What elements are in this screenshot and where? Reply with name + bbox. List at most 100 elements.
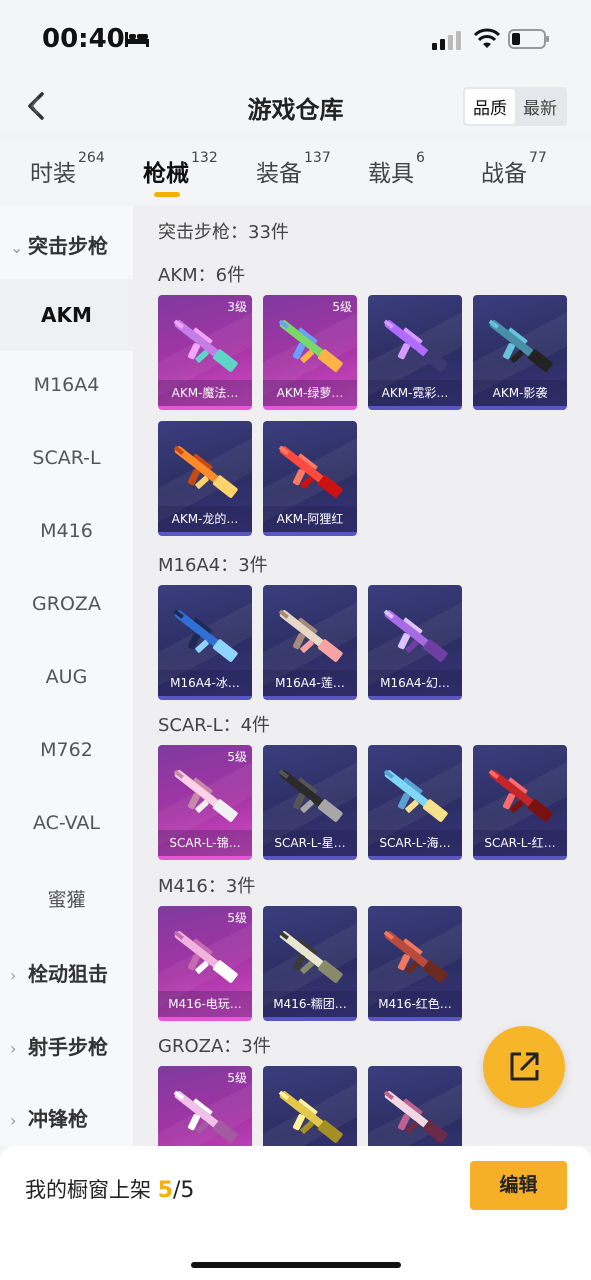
sidebar-item-m16a4[interactable]: M16A4 <box>0 374 133 396</box>
weapon-group-label: M16A4：3件 <box>158 555 268 576</box>
rifle-icon <box>173 769 238 822</box>
edit-button[interactable]: 编辑 <box>470 1161 567 1210</box>
weapon-skin-card[interactable]: M16A4-莲… <box>263 585 357 700</box>
sidebar-category-smg[interactable]: › 冲锋枪 <box>10 1103 88 1132</box>
sidebar-item-ac-val[interactable]: AC-VAL <box>0 812 133 834</box>
rifle-icon <box>173 930 238 983</box>
tab-fashion[interactable]: 时装264 <box>30 150 105 188</box>
card-skin-name: M16A4-冰… <box>158 670 252 696</box>
weapon-skin-card[interactable]: M16A4-幻… <box>368 585 462 700</box>
rifle-icon <box>488 319 553 372</box>
tab-firearms[interactable]: 枪械132 <box>143 150 218 188</box>
card-skin-name: AKM-魔法… <box>158 380 252 406</box>
weapon-skin-card[interactable]: 3级 AKM-魔法… <box>158 295 252 410</box>
card-skin-name: M416-红色… <box>368 991 462 1017</box>
status-time: 00:40 <box>42 24 125 54</box>
weapon-skin-card[interactable] <box>263 1066 357 1146</box>
rifle-icon <box>383 319 448 372</box>
card-skin-name: SCAR-L-红… <box>473 830 567 856</box>
sidebar-category-bolt-action[interactable]: › 栓动狙击 <box>10 958 108 987</box>
rifle-icon <box>278 769 343 822</box>
weapon-skin-card[interactable]: AKM-霓彩… <box>368 295 462 410</box>
sidebar-category-label: 射手步枪 <box>28 1035 108 1059</box>
weapon-skin-card[interactable]: M416-糯团… <box>263 906 357 1021</box>
rifle-icon <box>173 319 238 372</box>
tab-label: 时装 <box>30 161 76 187</box>
active-tab-indicator <box>154 192 180 197</box>
weapon-sidebar: ⌄ 突击步枪 AKM M16A4 SCAR-L M416 GROZA AUG M7… <box>0 206 133 1146</box>
card-skin-name: SCAR-L-海… <box>368 830 462 856</box>
showcase-title: 我的橱窗上架 <box>25 1178 151 1202</box>
sidebar-category-label: 栓动狙击 <box>28 962 108 986</box>
tab-equipment[interactable]: 装备137 <box>256 150 331 188</box>
tab-label: 枪械 <box>143 161 189 187</box>
tab-label: 战备 <box>481 161 527 187</box>
card-skin-name: AKM-绿萝… <box>263 380 357 406</box>
card-skin-name: AKM-阿狸红 <box>263 506 357 532</box>
sidebar-item-scar-l[interactable]: SCAR-L <box>0 447 133 469</box>
chevron-right-icon: › <box>10 966 17 985</box>
sort-quality-option[interactable]: 品质 <box>465 89 515 124</box>
sidebar-item-aug[interactable]: AUG <box>0 666 133 688</box>
weapon-skin-card[interactable]: SCAR-L-红… <box>473 745 567 860</box>
weapon-skin-card[interactable]: 5级 SCAR-L-锦… <box>158 745 252 860</box>
tab-supplies[interactable]: 战备77 <box>481 150 547 188</box>
sidebar-item-m762[interactable]: M762 <box>0 739 133 761</box>
card-level-badge: 5级 <box>227 750 247 764</box>
tab-count: 132 <box>191 150 218 166</box>
weapon-skin-card[interactable]: 5级 M416-电玩… <box>158 906 252 1021</box>
sidebar-item-honey-badger[interactable]: 蜜獾 <box>0 885 133 912</box>
home-indicator[interactable] <box>191 1262 401 1268</box>
weapon-skin-card[interactable]: M16A4-冰… <box>158 585 252 700</box>
card-level-badge: 3级 <box>227 300 247 314</box>
weapon-group-label: M416：3件 <box>158 876 256 897</box>
card-skin-name: AKM-龙的… <box>158 506 252 532</box>
rifle-icon <box>173 609 238 662</box>
showcase-count-total: /5 <box>173 1178 195 1203</box>
tab-count: 137 <box>304 150 331 166</box>
weapon-skin-card[interactable]: SCAR-L-星… <box>263 745 357 860</box>
chevron-right-icon: › <box>10 1039 17 1058</box>
weapon-grid: 突击步枪：33件 AKM：6件 3级 AKM-魔法… 5级 AKM-绿萝… AKM-霓彩…… <box>133 206 591 1146</box>
rifle-icon <box>383 609 448 662</box>
tab-vehicles[interactable]: 载具6 <box>368 150 425 188</box>
weapon-skin-card[interactable]: 5级 <box>158 1066 252 1146</box>
card-skin-name: AKM-霓彩… <box>368 380 462 406</box>
sort-toggle[interactable]: 品质 最新 <box>463 87 567 126</box>
bed-icon <box>125 32 149 47</box>
showcase-label: 我的橱窗上架 5/5 <box>25 1174 194 1204</box>
showcase-bar: 我的橱窗上架 5/5 编辑 <box>0 1146 591 1280</box>
battery-icon <box>508 29 549 49</box>
rifle-icon <box>278 445 343 498</box>
card-skin-name: SCAR-L-锦… <box>158 830 252 856</box>
sidebar-item-m416[interactable]: M416 <box>0 520 133 542</box>
weapon-skin-card[interactable]: M416-红色… <box>368 906 462 1021</box>
weapon-group-label: SCAR-L：4件 <box>158 715 271 736</box>
share-button[interactable] <box>483 1026 565 1108</box>
weapon-skin-card[interactable]: SCAR-L-海… <box>368 745 462 860</box>
rifle-icon <box>383 769 448 822</box>
rifle-icon <box>278 609 343 662</box>
sidebar-item-groza[interactable]: GROZA <box>0 593 133 615</box>
weapon-skin-card[interactable]: 5级 AKM-绿萝… <box>263 295 357 410</box>
weapon-group-label: AKM：6件 <box>158 265 246 286</box>
tab-label: 载具 <box>368 161 414 187</box>
weapon-skin-card[interactable]: AKM-影袭 <box>473 295 567 410</box>
tab-label: 装备 <box>256 161 302 187</box>
sidebar-category-marksman[interactable]: › 射手步枪 <box>10 1031 108 1060</box>
card-skin-name: M416-电玩… <box>158 991 252 1017</box>
card-skin-name: M16A4-幻… <box>368 670 462 696</box>
sidebar-item-akm[interactable]: AKM <box>0 279 133 351</box>
weapon-skin-card[interactable] <box>368 1066 462 1146</box>
sidebar-category-assault-rifles[interactable]: ⌄ 突击步枪 <box>10 230 108 259</box>
rifle-icon <box>173 445 238 498</box>
sort-newest-option[interactable]: 最新 <box>515 89 565 124</box>
rifle-icon <box>173 1090 238 1143</box>
weapon-skin-card[interactable]: AKM-阿狸红 <box>263 421 357 536</box>
tab-count: 264 <box>78 150 105 166</box>
status-bar: 00:40 <box>0 0 591 78</box>
card-skin-name: M16A4-莲… <box>263 670 357 696</box>
weapon-skin-card[interactable]: AKM-龙的… <box>158 421 252 536</box>
chevron-down-icon: ⌄ <box>10 238 24 257</box>
tab-count: 77 <box>529 150 547 166</box>
